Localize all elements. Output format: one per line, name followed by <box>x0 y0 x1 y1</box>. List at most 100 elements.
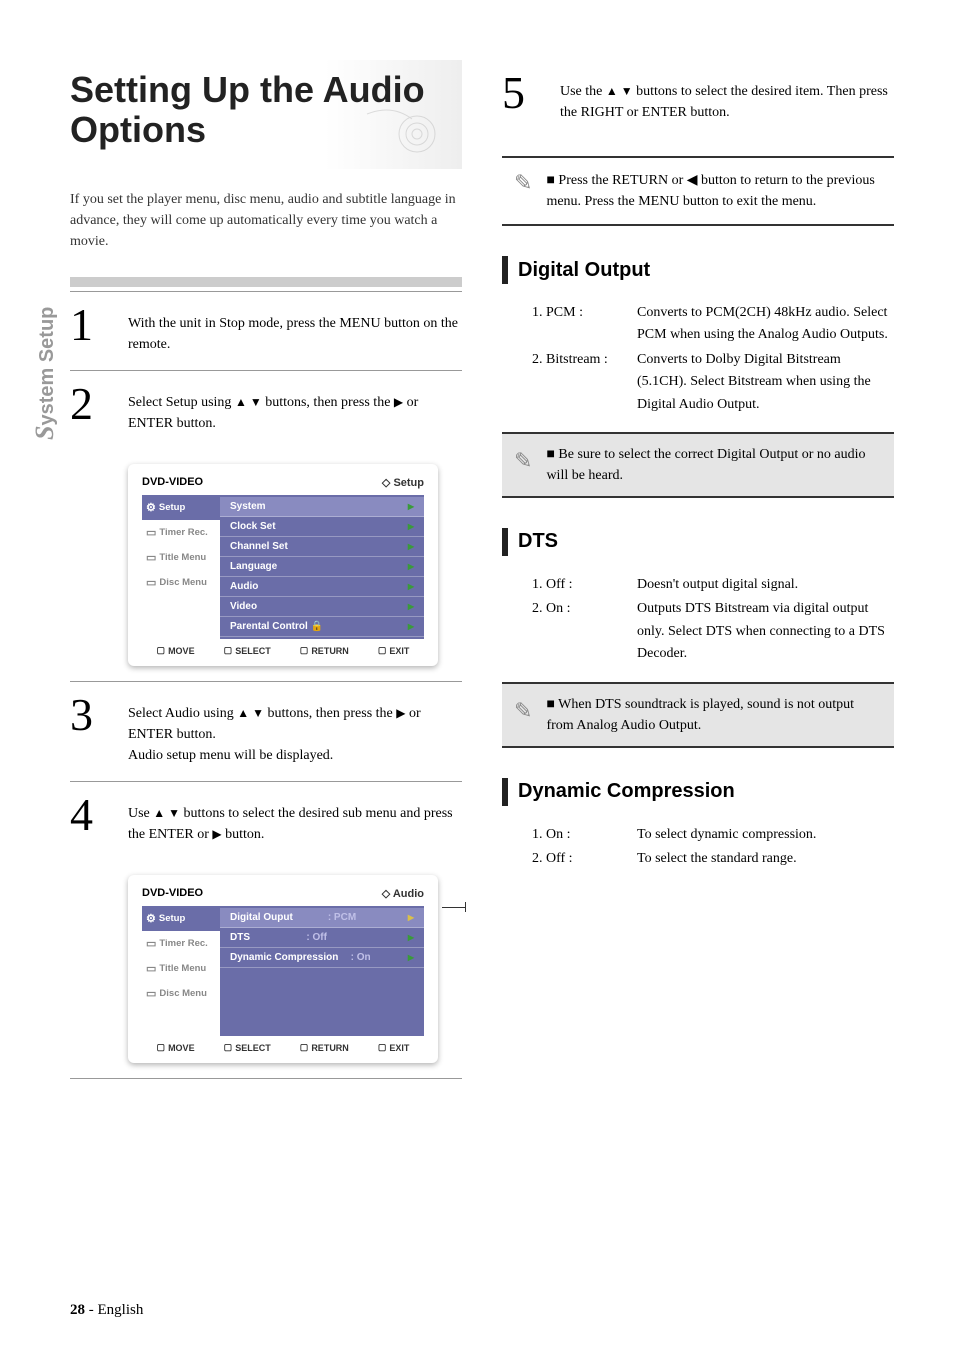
step-number: 3 <box>70 697 110 734</box>
sidebar-item-disc: ▭Disc Menu <box>142 981 220 1006</box>
dts-list: 1. Off :Doesn't output digital signal. 2… <box>502 574 894 666</box>
setup-menu-screenshot: DVD-VIDEO ◇ Setup ⚙Setup ▭Timer Rec. ▭Ti… <box>128 464 438 666</box>
ss-header-right: ◇ Setup <box>382 476 424 489</box>
note-text: ■ Be sure to select the correct Digital … <box>546 444 882 486</box>
chevron-right-icon: ▶ <box>408 542 414 551</box>
menu-row-parental: Parental Control 🔒▶ <box>220 617 424 637</box>
title-wrap: Setting Up the Audio Options <box>70 60 462 169</box>
dts-off-label: 1. Off : <box>532 574 637 596</box>
dyn-on-desc: To select dynamic compression. <box>637 824 894 846</box>
menu-row-dynamic: Dynamic Compression: On▶ <box>220 948 424 968</box>
note-text: ■ When DTS soundtrack is played, sound i… <box>546 694 882 736</box>
disc-icon: ▭ <box>146 987 156 1000</box>
ss-footer: ▢ MOVE ▢ SELECT ▢ RETURN ▢ EXIT <box>142 1036 424 1053</box>
footer-select: ▢ SELECT <box>224 645 271 656</box>
footer-return: ▢ RETURN <box>300 645 349 656</box>
intro-text: If you set the player menu, disc menu, a… <box>70 189 462 252</box>
chevron-right-icon: ▶ <box>408 953 414 962</box>
section-dynamic: Dynamic Compression <box>502 778 894 806</box>
section-title: Digital Output <box>518 259 650 282</box>
menu-row-digital: Digital Ouput: PCM▶ <box>220 908 424 928</box>
step-5: 5 Use the ▲ ▼ buttons to select the desi… <box>502 60 894 138</box>
step-number: 4 <box>70 797 110 834</box>
dyn-off-desc: To select the standard range. <box>637 848 894 870</box>
section-bar <box>502 256 508 284</box>
step-number: 5 <box>502 75 542 112</box>
note-dts: ✎ ■ When DTS soundtrack is played, sound… <box>502 682 894 748</box>
side-tab-rest: ystem Setup <box>36 307 58 426</box>
page-number: 28 <box>70 1302 85 1318</box>
sidebar-item-timer: ▭Timer Rec. <box>142 520 220 545</box>
note-return: ✎ Press the RETURN or ◀ button to return… <box>502 156 894 226</box>
right-column: 5 Use the ▲ ▼ buttons to select the desi… <box>502 60 894 1079</box>
chevron-right-icon: ▶ <box>408 502 414 511</box>
step-3: 3 Select Audio using ▲ ▼ buttons, then p… <box>70 682 462 781</box>
disc-icon: ▭ <box>146 576 156 589</box>
chevron-right-icon: ▶ <box>408 562 414 571</box>
lock-icon: 🔒 <box>311 621 323 632</box>
note-digital: ✎ ■ Be sure to select the correct Digita… <box>502 432 894 498</box>
dyn-off-label: 2. Off : <box>532 848 637 870</box>
chevron-right-icon: ▶ <box>408 622 414 631</box>
footer-move: ▢ MOVE <box>157 1042 195 1053</box>
chevron-right-icon: ▶ <box>408 913 414 922</box>
bitstream-label: 2. Bitstream : <box>532 349 637 416</box>
callout-tick <box>465 902 466 912</box>
dts-on-label: 2. On : <box>532 598 637 665</box>
footer-sep: - <box>85 1302 98 1318</box>
step-number: 1 <box>70 307 110 344</box>
section-bar <box>502 528 508 556</box>
menu-row-clock: Clock Set▶ <box>220 517 424 537</box>
ss-header-left: DVD-VIDEO <box>142 887 203 900</box>
left-column: Setting Up the Audio Options If you set … <box>70 60 462 1079</box>
chevron-right-icon: ▶ <box>408 522 414 531</box>
section-digital-output: Digital Output <box>502 256 894 284</box>
menu-row-video: Video▶ <box>220 597 424 617</box>
callout-line <box>442 907 466 908</box>
dts-off-desc: Doesn't output digital signal. <box>637 574 894 596</box>
step-text: Use the ▲ ▼ buttons to select the desire… <box>560 75 894 123</box>
menu-row-audio: Audio▶ <box>220 577 424 597</box>
swirl-decoration <box>362 99 442 159</box>
step-4: 4 Use ▲ ▼ buttons to select the desired … <box>70 782 462 860</box>
chevron-right-icon: ▶ <box>408 933 414 942</box>
step-text: Use ▲ ▼ buttons to select the desired su… <box>128 797 462 845</box>
footer-exit: ▢ EXIT <box>378 645 410 656</box>
ss-header-left: DVD-VIDEO <box>142 476 203 489</box>
step-text: With the unit in Stop mode, press the ME… <box>128 307 462 355</box>
footer-return: ▢ RETURN <box>300 1042 349 1053</box>
section-dts: DTS <box>502 528 894 556</box>
sidebar-item-title: ▭Title Menu <box>142 545 220 570</box>
side-tab-label: System Setup <box>30 307 60 440</box>
sidebar-item-setup: ⚙Setup <box>142 495 220 520</box>
title-icon: ▭ <box>146 551 156 564</box>
footer-select: ▢ SELECT <box>224 1042 271 1053</box>
page-footer: 28 - English <box>70 1302 143 1319</box>
timer-icon: ▭ <box>146 526 156 539</box>
note-icon: ✎ <box>514 444 532 486</box>
gear-icon: ⚙ <box>146 501 156 514</box>
pcm-label: 1. PCM : <box>532 302 637 347</box>
sidebar-item-timer: ▭Timer Rec. <box>142 931 220 956</box>
note-icon: ✎ <box>514 170 532 212</box>
ss-main-list: System▶ Clock Set▶ Channel Set▶ Language… <box>220 495 424 639</box>
side-tab-s: S <box>30 426 59 440</box>
divider-bar <box>70 277 462 287</box>
step-text: Select Setup using ▲ ▼ buttons, then pre… <box>128 386 462 434</box>
step-text: Select Audio using ▲ ▼ buttons, then pre… <box>128 697 462 766</box>
menu-row-dts: DTS: Off▶ <box>220 928 424 948</box>
ss-sidebar: ⚙Setup ▭Timer Rec. ▭Title Menu ▭Disc Men… <box>142 495 220 639</box>
menu-row-language: Language▶ <box>220 557 424 577</box>
menu-row-system: System▶ <box>220 497 424 517</box>
footer-lang: English <box>98 1302 144 1318</box>
ss-header-right: ◇ SetupAudio <box>382 887 424 900</box>
ss-sidebar: ⚙Setup ▭Timer Rec. ▭Title Menu ▭Disc Men… <box>142 906 220 1036</box>
menu-row-channel: Channel Set▶ <box>220 537 424 557</box>
step-1: 1 With the unit in Stop mode, press the … <box>70 292 462 370</box>
page-content: Setting Up the Audio Options If you set … <box>0 0 954 1109</box>
pcm-desc: Converts to PCM(2CH) 48kHz audio. Select… <box>637 302 894 347</box>
title-icon: ▭ <box>146 962 156 975</box>
dts-on-desc: Outputs DTS Bitstream via digital output… <box>637 598 894 665</box>
ss-main-list: Digital Ouput: PCM▶ DTS: Off▶ Dynamic Co… <box>220 906 424 1036</box>
ss-footer: ▢ MOVE ▢ SELECT ▢ RETURN ▢ EXIT <box>142 639 424 656</box>
